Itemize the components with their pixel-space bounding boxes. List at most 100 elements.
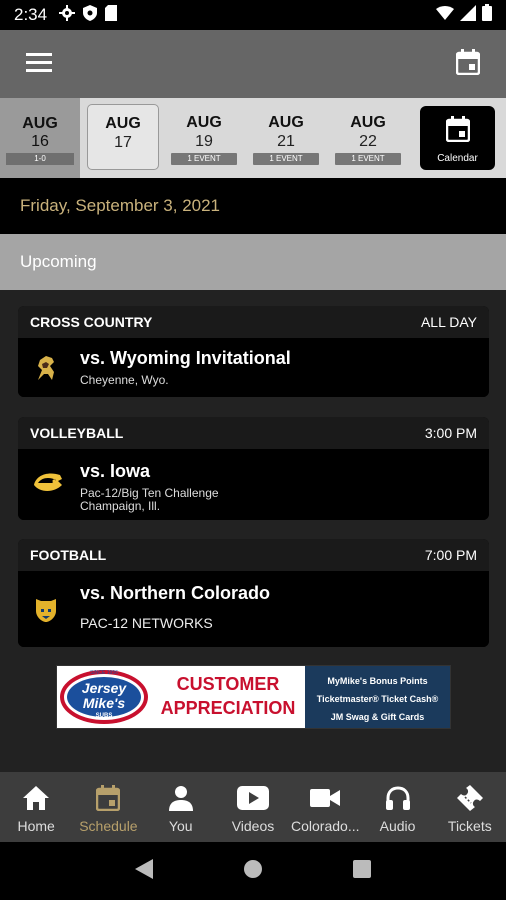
date-day: 16	[31, 133, 49, 150]
event-header: FOOTBALL 7:00 PM	[18, 539, 489, 571]
home-icon	[0, 784, 72, 812]
calendar-icon	[420, 106, 495, 147]
event-card[interactable]: FOOTBALL 7:00 PM vs. Northern Colorado P…	[18, 539, 489, 647]
nav-label: Schedule	[79, 818, 138, 834]
nav-label: Videos	[231, 818, 275, 834]
date-item[interactable]: AUG 22 1 EVENT	[332, 104, 404, 170]
calendar-icon[interactable]	[455, 48, 481, 80]
event-sport: FOOTBALL	[30, 547, 107, 563]
play-icon	[217, 784, 289, 812]
nav-label: Audio	[379, 818, 416, 834]
nav-colorado[interactable]: Colorado...	[289, 772, 361, 842]
jersey-mikes-logo: SINCE 1956 Jersey Mike's SUBS	[57, 666, 151, 728]
event-list: CROSS COUNTRY ALL DAY vs. Wyoming Invita…	[0, 290, 506, 772]
date-strip: AUG 16 1-0 AUG 17 AUG 19 1 EVENT AUG 21 …	[0, 98, 506, 178]
nav-audio[interactable]: Audio	[361, 772, 433, 842]
date-item[interactable]: AUG 21 1 EVENT	[250, 104, 322, 170]
nav-tickets[interactable]: Tickets	[434, 772, 506, 842]
event-time: 7:00 PM	[424, 547, 477, 563]
event-location: Champaign, Ill.	[80, 499, 161, 513]
event-time: 3:00 PM	[424, 425, 477, 441]
ad-logo-line3: SUBS	[95, 713, 113, 719]
home-circle-icon[interactable]	[243, 859, 263, 884]
status-icons-left	[59, 4, 118, 26]
date-item-first[interactable]: AUG 16 1-0	[0, 98, 80, 178]
wifi-icon	[436, 5, 454, 25]
event-sport: CROSS COUNTRY	[30, 314, 153, 330]
ad-banner[interactable]: SINCE 1956 Jersey Mike's SUBS CUSTOMER A…	[56, 665, 451, 729]
status-bar: 2:34	[0, 0, 506, 30]
nav-you[interactable]: You	[145, 772, 217, 842]
status-icons-right	[436, 4, 492, 26]
ad-side-panel: MyMike's Bonus Points Ticketmaster® Tick…	[305, 666, 450, 728]
nav-label: Tickets	[447, 818, 492, 834]
nav-label: Colorado...	[291, 818, 360, 834]
event-body: vs. Wyoming Invitational Cheyenne, Wyo.	[18, 338, 489, 397]
date-heading: Friday, September 3, 2021	[0, 178, 506, 234]
date-item-selected[interactable]: AUG 17	[87, 104, 159, 170]
event-title: vs. Wyoming Invitational	[80, 348, 291, 368]
calendar-icon	[72, 784, 144, 812]
ad-headline-line1: CUSTOMER	[176, 674, 280, 694]
event-title: vs. Iowa	[80, 461, 151, 481]
event-card[interactable]: VOLLEYBALL 3:00 PM vs. Iowa Pac-12/Big T…	[18, 417, 489, 520]
date-day: 17	[114, 134, 132, 151]
date-badge: 1 EVENT	[335, 153, 401, 165]
section-upcoming: Upcoming	[0, 234, 506, 290]
headphones-icon	[361, 784, 433, 812]
battery-icon	[482, 4, 492, 26]
video-camera-icon	[289, 784, 361, 812]
date-day: 22	[359, 133, 377, 150]
ad-logo-line1: Jersey	[81, 680, 127, 696]
date-item[interactable]: AUG 19 1 EVENT	[168, 104, 240, 170]
nav-schedule[interactable]: Schedule	[72, 772, 144, 842]
date-month: AUG	[350, 114, 386, 131]
date-month: AUG	[105, 115, 141, 132]
event-body: vs. Northern Colorado PAC-12 NETWORKS	[18, 571, 489, 647]
person-icon	[145, 784, 217, 812]
nav-videos[interactable]: Videos	[217, 772, 289, 842]
event-header: CROSS COUNTRY ALL DAY	[18, 306, 489, 338]
date-badge: 1-0	[6, 153, 74, 165]
event-body: vs. Iowa Pac-12/Big Ten Challenge Champa…	[18, 449, 489, 520]
bottom-nav: Home Schedule You Videos Colorado... Aud…	[0, 772, 506, 842]
back-icon[interactable]	[135, 858, 153, 884]
iowa-hawk-logo-icon	[32, 471, 64, 498]
date-badge: 1 EVENT	[171, 153, 237, 165]
nav-home[interactable]: Home	[0, 772, 72, 842]
event-sport: VOLLEYBALL	[30, 425, 124, 441]
event-broadcast: PAC-12 NETWORKS	[80, 615, 213, 631]
event-header: VOLLEYBALL 3:00 PM	[18, 417, 489, 449]
ad-headline-line2: APPRECIATION	[160, 698, 296, 718]
nav-label: Home	[17, 818, 55, 834]
date-day: 21	[277, 133, 295, 150]
wyoming-logo-icon	[32, 352, 60, 387]
system-nav-bar	[0, 842, 506, 900]
recents-square-icon[interactable]	[353, 859, 371, 883]
cell-signal-icon	[460, 4, 476, 26]
sd-card-icon	[105, 4, 118, 26]
event-card[interactable]: CROSS COUNTRY ALL DAY vs. Wyoming Invita…	[18, 306, 489, 397]
date-day: 19	[195, 133, 213, 150]
date-badge: 1 EVENT	[253, 153, 319, 165]
event-location: Cheyenne, Wyo.	[80, 373, 169, 387]
calendar-button[interactable]: Calendar	[420, 106, 495, 170]
ad-side-line2: Ticketmaster® Ticket Cash®	[316, 694, 439, 704]
calendar-button-label: Calendar	[437, 153, 478, 164]
settings-gear-icon	[59, 4, 76, 26]
event-title: vs. Northern Colorado	[80, 583, 271, 603]
menu-hamburger-icon[interactable]	[26, 52, 52, 77]
shield-icon	[83, 4, 98, 26]
nav-label: You	[168, 818, 193, 834]
ad-logo-top: SINCE 1956	[90, 670, 118, 676]
ticket-icon	[434, 784, 506, 812]
status-time: 2:34	[14, 5, 48, 24]
date-month: AUG	[186, 114, 222, 131]
ad-side-line3: JM Swag & Gift Cards	[330, 712, 425, 722]
date-month: AUG	[22, 115, 58, 132]
app-bar	[0, 30, 506, 98]
event-time: ALL DAY	[420, 314, 477, 330]
northern-colorado-bear-logo-icon	[32, 595, 60, 628]
ad-logo-line2: Mike's	[82, 695, 126, 711]
date-month: AUG	[268, 114, 304, 131]
